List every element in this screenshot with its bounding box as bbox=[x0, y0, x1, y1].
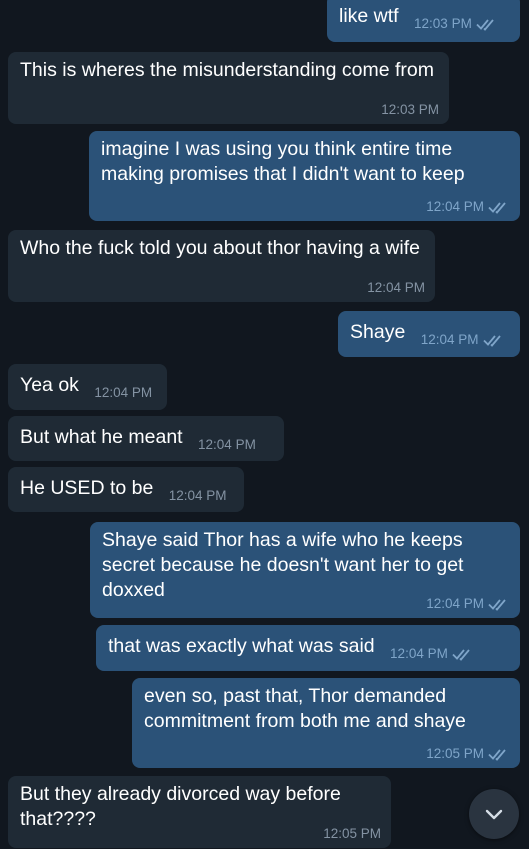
message-text: that was exactly what was said bbox=[108, 635, 375, 657]
message-bubble-outgoing[interactable]: Shaye 12:04 PM bbox=[338, 311, 520, 357]
message-bubble-outgoing[interactable]: Shaye said Thor has a wife who he keeps … bbox=[90, 522, 520, 618]
message-bubble-incoming[interactable]: This is wheres the misunderstanding come… bbox=[8, 52, 449, 124]
message-text: Shaye said Thor has a wife who he keeps … bbox=[102, 529, 469, 601]
message-time: 12:04 PM bbox=[390, 646, 448, 661]
message-time: 12:03 PM bbox=[381, 102, 439, 117]
double-check-icon bbox=[488, 749, 506, 761]
message-time: 12:04 PM bbox=[168, 488, 227, 503]
message-meta: 12:03 PM bbox=[381, 102, 439, 118]
chevron-down-icon bbox=[485, 809, 503, 820]
message-bubble-incoming[interactable]: But they already divorced way before tha… bbox=[8, 776, 391, 848]
message-time: 12:04 PM bbox=[198, 437, 256, 452]
message-text: Yea ok bbox=[20, 374, 79, 396]
message-time: 12:04 PM bbox=[426, 596, 484, 611]
double-check-icon bbox=[488, 599, 506, 611]
double-check-icon bbox=[452, 649, 470, 661]
message-text: imagine I was using you think entire tim… bbox=[101, 138, 465, 185]
message-meta: 12:04 PM bbox=[367, 280, 425, 296]
message-meta: 12:04 PM bbox=[198, 437, 256, 453]
double-check-icon bbox=[482, 335, 501, 347]
message-meta: 12:05 PM bbox=[426, 746, 510, 762]
chat-area[interactable]: like wtf 12:03 PM This is wheres the mis… bbox=[0, 0, 529, 849]
message-bubble-incoming[interactable]: But what he meant 12:04 PM bbox=[8, 416, 284, 461]
message-bubble-incoming[interactable]: He USED to be 12:04 PM bbox=[8, 467, 244, 512]
message-bubble-outgoing[interactable]: that was exactly what was said 12:04 PM bbox=[96, 625, 520, 671]
message-text: even so, past that, Thor demanded commit… bbox=[144, 685, 466, 732]
message-text: Shaye bbox=[350, 321, 406, 343]
message-text: like wtf bbox=[339, 5, 399, 27]
message-time: 12:03 PM bbox=[414, 16, 472, 31]
message-meta: 12:04 PM bbox=[390, 646, 474, 662]
message-time: 12:04 PM bbox=[94, 385, 153, 400]
message-meta: 12:05 PM bbox=[323, 826, 381, 842]
message-text: But they already divorced way before tha… bbox=[20, 783, 347, 830]
scroll-to-bottom-button[interactable] bbox=[469, 789, 519, 839]
message-time: 12:05 PM bbox=[426, 746, 484, 761]
message-meta: 12:04 PM bbox=[169, 488, 227, 504]
message-meta: 12:03 PM bbox=[414, 16, 498, 32]
message-time: 12:04 PM bbox=[420, 332, 479, 347]
message-meta: 12:04 PM bbox=[94, 385, 152, 401]
message-text: But what he meant bbox=[20, 426, 183, 448]
message-meta: 12:04 PM bbox=[426, 199, 510, 215]
message-bubble-outgoing[interactable]: like wtf 12:03 PM bbox=[327, 0, 520, 42]
message-time: 12:04 PM bbox=[426, 199, 484, 214]
message-text: This is wheres the misunderstanding come… bbox=[20, 59, 435, 81]
message-bubble-incoming[interactable]: Yea ok 12:04 PM bbox=[8, 364, 167, 410]
message-bubble-outgoing[interactable]: even so, past that, Thor demanded commit… bbox=[132, 678, 520, 768]
double-check-icon bbox=[488, 202, 506, 214]
message-time: 12:04 PM bbox=[367, 280, 425, 295]
message-text: He USED to be bbox=[20, 477, 154, 499]
message-text: Who the fuck told you about thor having … bbox=[20, 237, 420, 259]
message-meta: 12:04 PM bbox=[426, 596, 510, 612]
message-bubble-incoming[interactable]: Who the fuck told you about thor having … bbox=[8, 230, 435, 302]
message-bubble-outgoing[interactable]: imagine I was using you think entire tim… bbox=[89, 131, 520, 221]
message-time: 12:05 PM bbox=[323, 826, 381, 841]
double-check-icon bbox=[476, 19, 494, 31]
message-meta: 12:04 PM bbox=[421, 332, 505, 348]
